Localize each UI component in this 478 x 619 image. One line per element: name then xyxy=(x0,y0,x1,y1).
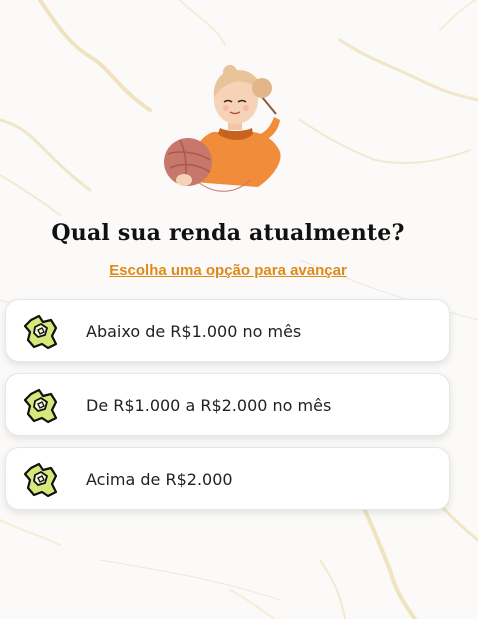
option-label: Abaixo de R$1.000 no mês xyxy=(86,322,302,341)
turtle-icon xyxy=(23,314,58,350)
option-above-2000[interactable]: Acima de R$2.000 xyxy=(5,447,450,510)
turtle-icon xyxy=(23,388,58,424)
question-title: Qual sua renda atualmente? xyxy=(51,220,405,246)
knitting-woman-illustration xyxy=(164,65,281,192)
quiz-screen: Qual sua renda atualmente? Escolha uma o… xyxy=(0,0,478,619)
turtle-icon xyxy=(23,462,58,498)
option-label: Acima de R$2.000 xyxy=(86,470,233,489)
option-1000-to-2000[interactable]: De R$1.000 a R$2.000 no mês xyxy=(5,373,450,436)
instruction-subtitle: Escolha uma opção para avançar xyxy=(109,262,347,279)
option-label: De R$1.000 a R$2.000 no mês xyxy=(86,396,332,415)
option-below-1000[interactable]: Abaixo de R$1.000 no mês xyxy=(5,299,450,362)
